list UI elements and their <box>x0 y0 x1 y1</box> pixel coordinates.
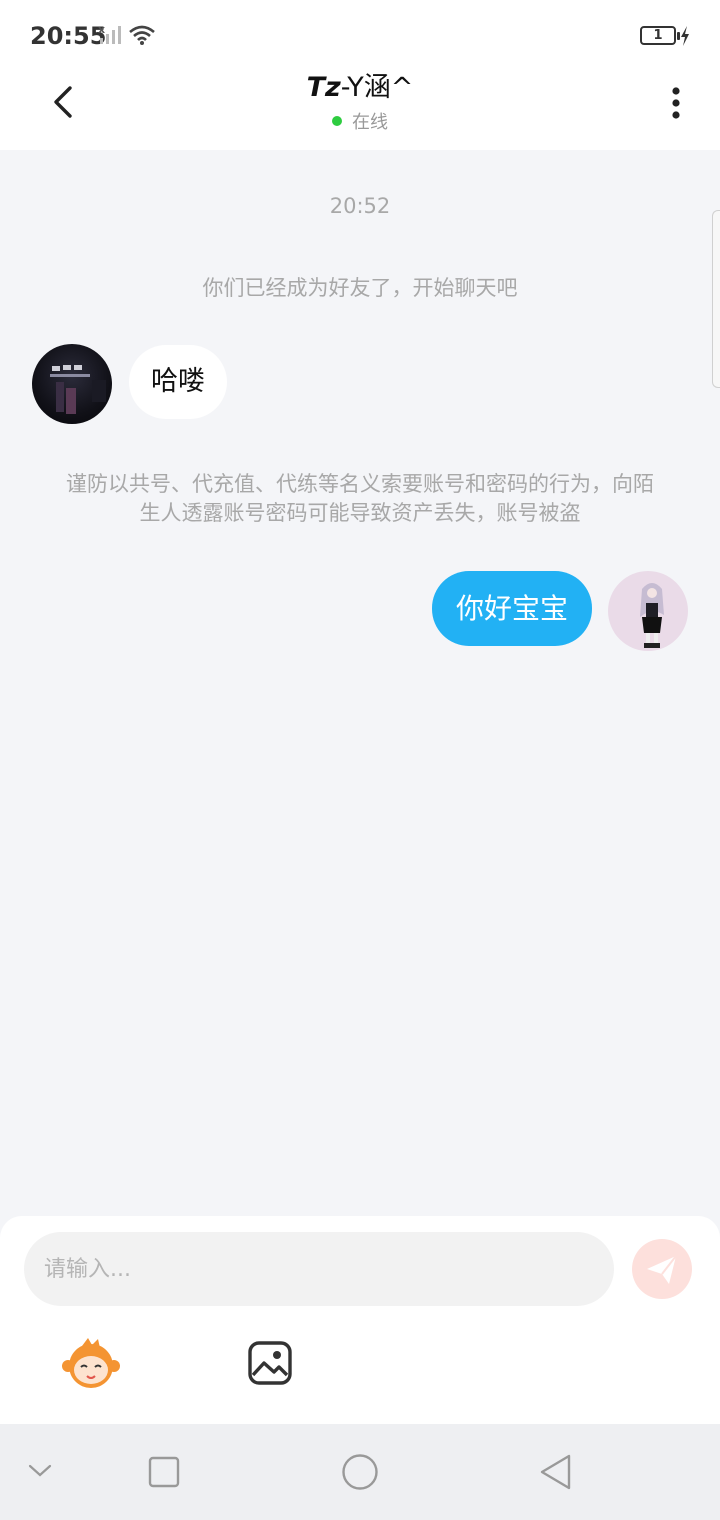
user-avatar[interactable] <box>608 571 688 651</box>
system-nav-bar <box>0 1424 720 1520</box>
emoji-button[interactable] <box>60 1336 122 1390</box>
charging-icon <box>681 26 689 46</box>
contact-name-prefix: Tz <box>306 72 341 103</box>
contact-avatar-image <box>50 365 106 414</box>
image-button[interactable] <box>247 1340 293 1386</box>
status-bar: 20:55 x 1 <box>0 0 720 72</box>
message-bubble-sent[interactable]: 你好宝宝 <box>431 571 592 646</box>
user-avatar-image <box>640 583 664 648</box>
more-vertical-icon[interactable] <box>662 82 690 122</box>
signal-icon: x <box>98 24 121 44</box>
triangle-back-icon[interactable] <box>538 1453 574 1491</box>
square-icon[interactable] <box>148 1456 180 1488</box>
status-time: 20:55 <box>30 22 107 50</box>
svg-text:x: x <box>98 24 105 36</box>
circle-icon[interactable] <box>341 1453 379 1491</box>
message-bubble-received[interactable]: 哈喽 <box>129 345 227 419</box>
send-icon <box>647 1255 677 1284</box>
online-dot-icon <box>332 116 342 126</box>
wifi-icon <box>129 25 155 45</box>
online-status: 在线 <box>0 108 720 134</box>
contact-avatar[interactable] <box>32 344 112 424</box>
chat-header: Tz-Y涵^ 在线 <box>0 72 720 150</box>
message-input[interactable] <box>24 1232 614 1306</box>
chat-area[interactable]: 20:52 你们已经成为好友了，开始聊天吧 哈喽 谨防以共号、代充值、代练等名义… <box>0 150 720 1216</box>
message-timestamp: 20:52 <box>329 194 391 218</box>
send-button[interactable] <box>632 1239 692 1299</box>
system-message: 你们已经成为好友了，开始聊天吧 <box>202 276 518 300</box>
security-warning: 谨防以共号、代充值、代练等名义索要账号和密码的行为，向陌生人透露账号密码可能导致… <box>66 472 654 525</box>
chevron-down-icon[interactable] <box>26 1462 54 1480</box>
image-icon <box>248 1341 292 1385</box>
contact-name-suffix: -Y涵^ <box>340 72 414 103</box>
online-status-label: 在线 <box>352 112 388 133</box>
input-panel <box>0 1216 720 1424</box>
battery-icon: 1 <box>640 26 680 45</box>
contact-name: Tz-Y涵^ <box>0 72 720 104</box>
emoji-icon <box>62 1338 120 1388</box>
